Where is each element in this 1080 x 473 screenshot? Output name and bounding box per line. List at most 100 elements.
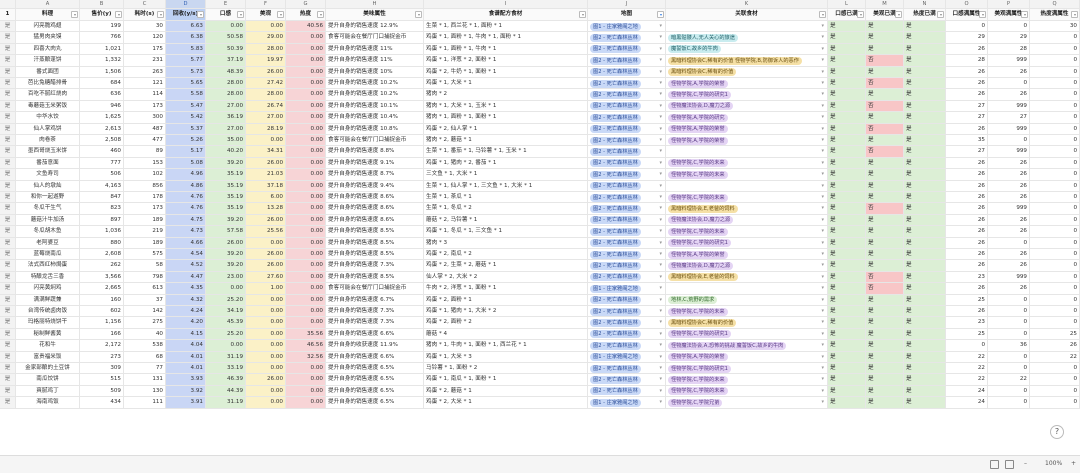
cell-q[interactable]: 0 [1030, 66, 1080, 78]
chevron-down-icon[interactable]: ▾ [821, 55, 824, 65]
table-row[interactable]: 是富贵福米饭 273 68 4.01 31.19 0.00 32.56 提升自身的销售速度 6… [0, 351, 1080, 363]
field-header-m[interactable]: 美观已满 [866, 9, 904, 21]
cell-b[interactable]: 2,172 [80, 340, 124, 352]
cell-o[interactable]: 0 [946, 21, 988, 33]
chevron-down-icon[interactable]: ▾ [659, 295, 662, 305]
cell-h[interactable]: 提升自身的销售速度 6.6% [326, 351, 424, 363]
cell-g[interactable]: 0.00 [286, 363, 326, 375]
cell-j[interactable]: 图1 - 庄家雅阁之地 ▾ [588, 397, 666, 409]
cell-j[interactable]: 图2 - 死亡森林丛林 ▾ [588, 66, 666, 78]
cell-k[interactable]: 怪物学院,C,学院的未来 ▾ [666, 192, 828, 204]
cell-a[interactable]: 南瓜饺饼 [16, 374, 80, 386]
cell-k[interactable]: 魔誓饭C,故乡的牛肉 ▾ [666, 43, 828, 56]
cell-n[interactable]: 是 [904, 374, 946, 386]
cell-h[interactable]: 提升自身的销售速度 10.2% [326, 89, 424, 101]
chevron-down-icon[interactable]: ▾ [821, 329, 824, 339]
row-number[interactable]: 是 [0, 283, 16, 295]
cell-c[interactable]: 89 [124, 146, 166, 158]
cell-e[interactable]: 34.19 [206, 306, 246, 318]
cell-b[interactable]: 1,021 [80, 43, 124, 56]
cell-c[interactable]: 131 [124, 374, 166, 386]
cell-d[interactable]: 5.42 [166, 112, 206, 124]
cell-j[interactable]: 图1 - 庄家雅阁之地 ▾ [588, 283, 666, 295]
cell-o[interactable]: 22 [946, 363, 988, 375]
cell-l[interactable]: 是 [828, 294, 866, 306]
cell-q[interactable]: 0 [1030, 203, 1080, 215]
cell-e[interactable]: 31.19 [206, 397, 246, 409]
cell-o[interactable]: 25 [946, 328, 988, 341]
cell-p[interactable]: 26 [988, 283, 1030, 295]
table-row[interactable]: 是仙人掌鸡饼 2,613 487 5.37 27.00 28.19 0.00 提升自身的销售速… [0, 123, 1080, 135]
cell-i[interactable]: 鸡蛋 * 1, 冬瓜 * 1, 三文鱼 * 1 [424, 226, 588, 238]
cell-m[interactable]: 是 [866, 374, 904, 386]
cell-c[interactable]: 68 [124, 351, 166, 363]
cell-k[interactable]: 怪物学院,A,学院的荣誉 ▾ [666, 123, 828, 135]
cell-c[interactable]: 175 [124, 43, 166, 56]
cell-n[interactable]: 是 [904, 180, 946, 192]
table-row[interactable]: 是百吃不腻红烧肉 636 114 5.58 28.00 28.00 0.00 提升自身的销售速… [0, 89, 1080, 101]
chevron-down-icon[interactable]: ▾ [821, 21, 824, 31]
table-row[interactable]: 是爽腻鸡丁 509 130 3.92 44.39 0.00 0.00 提升自身的销售速度 6.… [0, 385, 1080, 398]
cell-o[interactable]: 26 [946, 237, 988, 249]
cell-l[interactable]: 是 [828, 271, 866, 284]
cell-b[interactable]: 946 [80, 100, 124, 113]
cell-b[interactable]: 460 [80, 146, 124, 158]
cell-a[interactable]: 蓝莓烧南瓜 [16, 249, 80, 261]
cell-g[interactable]: 0.00 [286, 100, 326, 113]
cell-q[interactable]: 0 [1030, 214, 1080, 227]
cell-f[interactable]: 27.60 [246, 271, 286, 284]
cell-n[interactable]: 是 [904, 112, 946, 124]
cell-c[interactable]: 275 [124, 317, 166, 329]
cell-p[interactable]: 0 [988, 397, 1030, 409]
column-letter-f[interactable]: F [246, 0, 286, 9]
cell-l[interactable]: 是 [828, 351, 866, 363]
cell-j[interactable]: 图2 - 死亡森林丛林 ▾ [588, 100, 666, 113]
field-header-l[interactable]: 口感已满 [828, 9, 866, 21]
table-row[interactable]: 是法式西红柿焗蛋 262 58 4.52 39.20 26.00 0.00 提升自身的销售速度… [0, 260, 1080, 272]
cell-m[interactable]: 是 [866, 21, 904, 33]
cell-a[interactable]: 肉卷茶 [16, 135, 80, 147]
cell-d[interactable]: 4.20 [166, 317, 206, 329]
cell-b[interactable]: 847 [80, 192, 124, 204]
cell-a[interactable]: 芭比兔糖醋排骨 [16, 78, 80, 90]
chevron-down-icon[interactable]: ▾ [821, 283, 824, 293]
cell-m[interactable]: 否 [866, 55, 904, 67]
cell-m[interactable]: 是 [866, 180, 904, 192]
cell-c[interactable]: 37 [124, 294, 166, 306]
cell-q[interactable]: 0 [1030, 237, 1080, 249]
cell-f[interactable]: 0.00 [246, 294, 286, 306]
cell-d[interactable]: 4.15 [166, 328, 206, 341]
cell-i[interactable]: 生菜 * 1, 西兰花 * 1, 面粉 * 1 [424, 21, 588, 33]
cell-q[interactable]: 30 [1030, 21, 1080, 33]
cell-o[interactable]: 26 [946, 157, 988, 170]
cell-j[interactable]: 图2 - 死亡森林丛林 ▾ [588, 180, 666, 192]
cell-g[interactable]: 0.00 [286, 180, 326, 192]
column-letter-l[interactable]: L [828, 0, 866, 9]
cell-b[interactable]: 515 [80, 374, 124, 386]
filter-dropdown-icon[interactable] [857, 11, 864, 18]
cell-l[interactable]: 是 [828, 226, 866, 238]
cell-h[interactable]: 提升自身的销售速度 8.7% [326, 169, 424, 181]
cell-i[interactable]: 鸡蛋 * 2, 南瓜 * 2 [424, 249, 588, 261]
cell-b[interactable]: 262 [80, 260, 124, 272]
cell-a[interactable]: 仙人的墩灿 [16, 180, 80, 192]
cell-f[interactable]: 26.00 [246, 260, 286, 272]
cell-f[interactable]: 27.00 [246, 112, 286, 124]
chevron-down-icon[interactable]: ▾ [659, 283, 662, 293]
cell-m[interactable]: 是 [866, 317, 904, 329]
cell-f[interactable]: 26.00 [246, 157, 286, 170]
cell-e[interactable]: 35.19 [206, 169, 246, 181]
cell-f[interactable]: 28.19 [246, 123, 286, 135]
cell-m[interactable]: 是 [866, 340, 904, 352]
cell-i[interactable]: 猪肉 * 3 [424, 237, 588, 249]
cell-f[interactable]: 0.00 [246, 340, 286, 352]
cell-n[interactable]: 是 [904, 89, 946, 101]
cell-h[interactable]: 食客可能会在餐厅门口捕捉金币 [326, 135, 424, 147]
cell-j[interactable]: 图2 - 死亡森林丛林 ▾ [588, 135, 666, 147]
cell-a[interactable]: 台湾传统卤肉饭 [16, 306, 80, 318]
cell-n[interactable]: 是 [904, 317, 946, 329]
cell-a[interactable]: 冬瓜胡木鱼 [16, 226, 80, 238]
cell-b[interactable]: 160 [80, 294, 124, 306]
cell-q[interactable]: 0 [1030, 89, 1080, 101]
cell-e[interactable]: 39.20 [206, 214, 246, 227]
